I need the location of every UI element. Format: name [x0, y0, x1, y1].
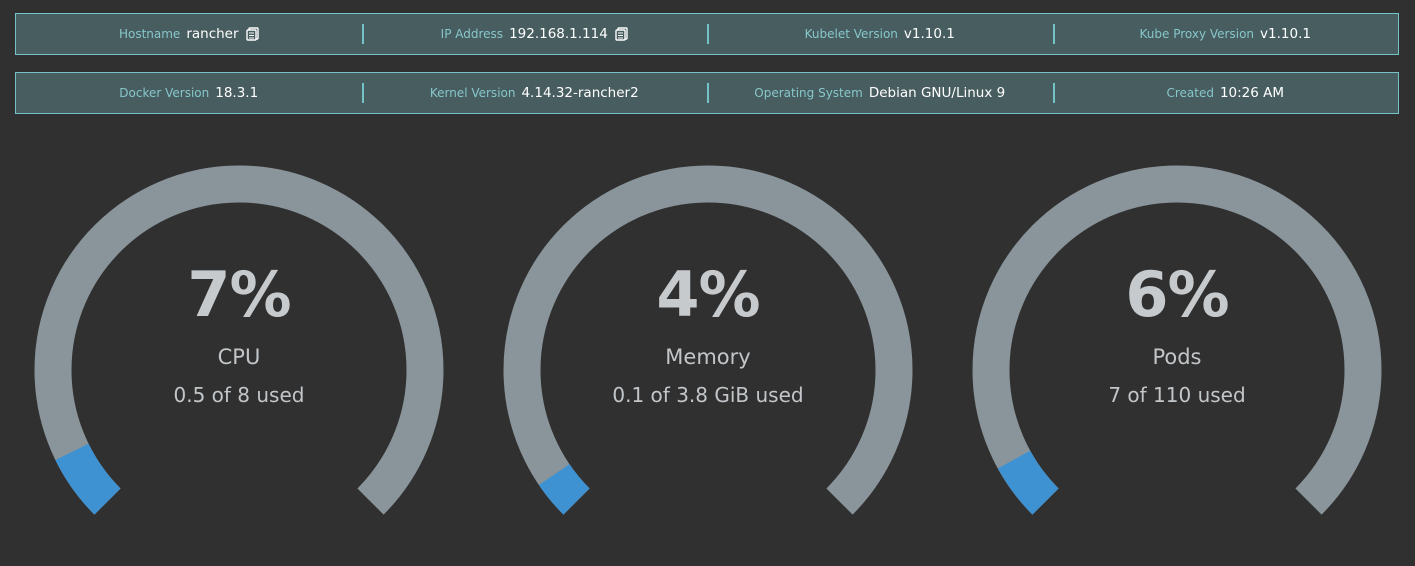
- info-kube-proxy-version: Kube Proxy Version v1.10.1: [1052, 14, 1399, 54]
- info-docker-version: Docker Version 18.3.1: [16, 73, 362, 113]
- memory-title: Memory: [665, 345, 751, 369]
- cpu-gauge-fill: [55, 443, 121, 515]
- memory-percent: 4%: [656, 258, 760, 331]
- docker-version-label: Docker Version: [119, 86, 210, 100]
- kernel-version-label: Kernel Version: [429, 86, 516, 100]
- pods-title: Pods: [1152, 345, 1202, 369]
- node-info-bar-secondary: Docker Version 18.3.1 Kernel Version 4.1…: [15, 72, 1399, 114]
- created-label: Created: [1166, 86, 1214, 100]
- docker-version-value: 18.3.1: [215, 85, 259, 101]
- memory-usage: 0.1 of 3.8 GiB used: [612, 383, 804, 407]
- ip-address-label: IP Address: [440, 27, 504, 41]
- pods-percent: 6%: [1125, 258, 1229, 331]
- pods-usage: 7 of 110 used: [1108, 383, 1246, 407]
- operating-system-value: Debian GNU/Linux 9: [868, 85, 1006, 101]
- memory-gauge-fill: [538, 463, 590, 515]
- kube-proxy-version-label: Kube Proxy Version: [1139, 27, 1255, 41]
- hostname-label: Hostname: [118, 27, 181, 41]
- created-value: 10:26 AM: [1219, 85, 1285, 101]
- info-kernel-version: Kernel Version 4.14.32-rancher2: [361, 73, 708, 113]
- cpu-percent: 7%: [187, 258, 291, 331]
- cpu-gauge: 7% CPU 0.5 of 8 used: [29, 155, 449, 535]
- ip-address-value: 192.168.1.114: [509, 26, 608, 42]
- info-kubelet-version: Kubelet Version v1.10.1: [707, 14, 1053, 54]
- kubelet-version-label: Kubelet Version: [804, 27, 898, 41]
- memory-gauge-track: [503, 165, 913, 515]
- node-info-bar-primary: Hostname rancher IP Address 192.168.1.11…: [15, 13, 1399, 55]
- cpu-gauge-track: [34, 165, 444, 515]
- info-operating-system: Operating System Debian GNU/Linux 9: [707, 73, 1053, 113]
- cpu-title: CPU: [217, 345, 261, 369]
- copy-hostname-icon[interactable]: [245, 27, 259, 41]
- memory-gauge: 4% Memory 0.1 of 3.8 GiB used: [498, 155, 918, 535]
- pods-gauge-track: [972, 165, 1382, 515]
- info-created: Created 10:26 AM: [1052, 73, 1399, 113]
- kube-proxy-version-value: v1.10.1: [1260, 26, 1311, 42]
- info-ip-address: IP Address 192.168.1.114: [361, 14, 708, 54]
- operating-system-label: Operating System: [754, 86, 863, 100]
- cpu-usage: 0.5 of 8 used: [173, 383, 305, 407]
- kubelet-version-value: v1.10.1: [903, 26, 955, 42]
- pods-gauge: 6% Pods 7 of 110 used: [967, 155, 1387, 535]
- copy-ip-address-icon[interactable]: [615, 27, 628, 41]
- pods-gauge-fill: [997, 450, 1059, 515]
- hostname-value: rancher: [186, 26, 239, 42]
- kernel-version-value: 4.14.32-rancher2: [521, 85, 639, 101]
- info-hostname: Hostname rancher: [16, 14, 362, 54]
